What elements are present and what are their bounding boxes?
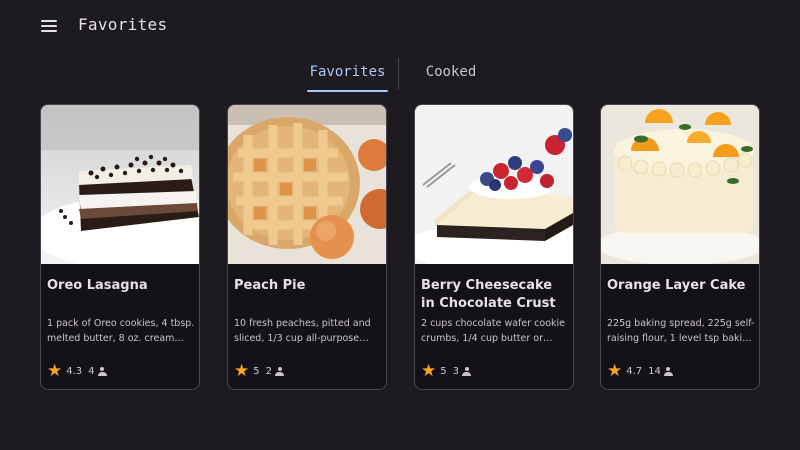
recipe-title: Peach Pie bbox=[234, 278, 306, 293]
tab-favorites[interactable]: Favorites bbox=[307, 58, 388, 94]
recipe-ingredients: 10 fresh peaches, pitted and sliced, 1/3… bbox=[234, 318, 371, 344]
top-app-bar: Favorites bbox=[0, 0, 800, 52]
rating-value: 4.7 bbox=[626, 365, 643, 377]
recipe-card[interactable]: Orange Layer Cake 225g baking spread, 22… bbox=[600, 104, 760, 390]
tab-cooked[interactable]: Cooked bbox=[418, 58, 484, 94]
recipe-title: Berry Cheesecake in Chocolate Crust bbox=[421, 278, 556, 311]
recipe-ingredients: 225g baking spread, 225g self-raising fl… bbox=[607, 318, 755, 344]
recipe-card[interactable]: Berry Cheesecake in Chocolate Crust 2 cu… bbox=[414, 104, 574, 390]
cooked-count: 4 bbox=[88, 365, 95, 377]
recipe-card[interactable]: Oreo Lasagna 1 pack of Oreo cookies, 4 t… bbox=[40, 104, 200, 390]
recipe-ingredients: 2 cups chocolate wafer cookie crumbs, 1/… bbox=[421, 318, 565, 344]
recipe-title: Oreo Lasagna bbox=[47, 278, 148, 293]
star-icon: ★ bbox=[607, 360, 623, 381]
recipe-title: Orange Layer Cake bbox=[607, 278, 746, 293]
star-icon: ★ bbox=[47, 360, 63, 381]
person-icon bbox=[663, 366, 673, 376]
orange-layer-cake-photo bbox=[601, 105, 759, 264]
cooked-count: 3 bbox=[452, 365, 459, 377]
tab-bar: Favorites Cooked bbox=[300, 58, 500, 94]
person-icon bbox=[275, 366, 284, 376]
cooked-count: 2 bbox=[265, 365, 272, 377]
recipe-meta: ★ 5 3 bbox=[421, 362, 471, 380]
rating-value: 5 bbox=[440, 365, 447, 377]
recipe-meta: ★ 4.3 4 bbox=[47, 362, 107, 380]
rating-value: 4.3 bbox=[66, 365, 83, 377]
page-title: Favorites bbox=[78, 15, 168, 34]
recipe-ingredients: 1 pack of Oreo cookies, 4 tbsp. melted b… bbox=[47, 318, 195, 344]
person-icon bbox=[462, 366, 471, 376]
star-icon: ★ bbox=[234, 360, 250, 381]
oreo-lasagna-photo bbox=[41, 105, 199, 264]
person-icon bbox=[97, 366, 107, 376]
cooked-count: 14 bbox=[648, 365, 661, 377]
recipe-meta: ★ 4.7 14 bbox=[607, 362, 673, 380]
tab-divider bbox=[398, 58, 399, 90]
recipe-meta: ★ 5 2 bbox=[234, 362, 284, 380]
star-icon: ★ bbox=[421, 360, 437, 381]
berry-cheesecake-photo bbox=[415, 105, 573, 264]
rating-value: 5 bbox=[253, 365, 260, 377]
menu-icon[interactable] bbox=[38, 16, 62, 36]
recipe-card[interactable]: Peach Pie 10 fresh peaches, pitted and s… bbox=[227, 104, 387, 390]
peach-pie-photo bbox=[228, 105, 386, 264]
